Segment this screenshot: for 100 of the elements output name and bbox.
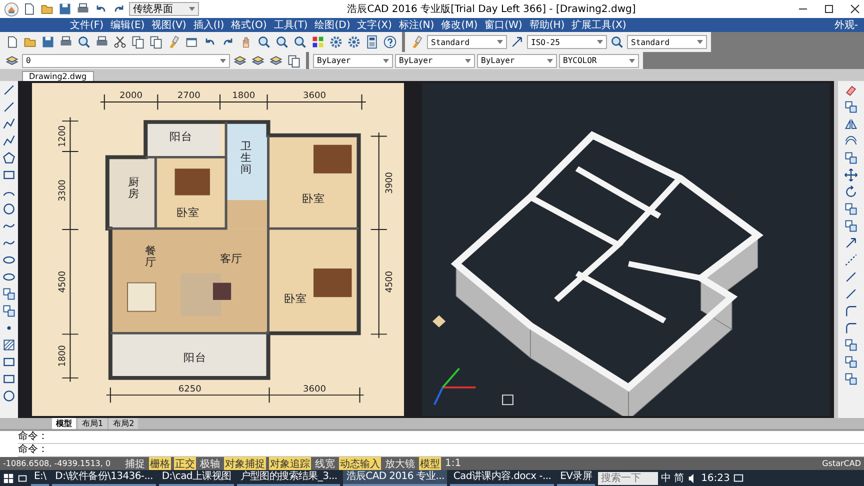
floppy-icon[interactable] [58, 2, 72, 16]
taskbar-item[interactable]: 浩辰CAD 2016 专业... [343, 470, 448, 486]
layout-tab[interactable]: 模型 [52, 418, 76, 429]
calculator-icon[interactable] [365, 35, 379, 49]
annotation-scale[interactable]: 1:1 [444, 458, 462, 469]
taskbar-item[interactable]: D:\cad上课视图 [158, 470, 234, 486]
cross-arrows-icon[interactable] [844, 168, 858, 182]
maximize-icon[interactable] [824, 4, 834, 14]
status-toggle[interactable]: 极轴 [199, 456, 221, 470]
magnifier-icon[interactable] [77, 35, 91, 49]
circle-icon[interactable] [2, 202, 16, 216]
layout-tab[interactable]: 布局1 [78, 418, 108, 429]
menu-item[interactable]: 文字(X) [357, 18, 392, 32]
magnifier-icon[interactable] [275, 35, 289, 49]
diagonal-arrow-icon[interactable] [510, 35, 524, 49]
scissors-icon[interactable] [113, 35, 127, 49]
command-prompt[interactable]: 命令： [18, 431, 864, 444]
rect-icon[interactable] [2, 372, 16, 386]
squares-icon[interactable] [844, 202, 858, 216]
menu-item[interactable]: 文件(F) [70, 18, 104, 32]
layers-icon[interactable] [251, 54, 265, 68]
folder-icon[interactable] [40, 2, 54, 16]
dashed-line-icon[interactable] [844, 253, 858, 267]
squares-icon[interactable] [844, 355, 858, 369]
status-toggle[interactable]: 放大镜 [384, 456, 416, 470]
menu-item[interactable]: 视图(V) [152, 18, 186, 32]
status-toggle[interactable]: 栅格 [149, 456, 171, 470]
layers-icon[interactable] [5, 54, 19, 68]
hatch-icon[interactable] [2, 338, 16, 352]
color-dropdown[interactable]: ByLayer [313, 54, 393, 68]
mirror-icon[interactable] [844, 117, 858, 131]
text-style-dropdown[interactable]: Standard [427, 35, 507, 49]
document-tab[interactable]: Drawing2.dwg [22, 71, 94, 81]
menu-item[interactable]: 格式(O) [231, 18, 267, 32]
page-icon[interactable] [22, 2, 36, 16]
taskbar-item[interactable]: E:\ [31, 470, 50, 486]
window-icon[interactable] [185, 35, 199, 49]
rect-icon[interactable] [2, 168, 16, 182]
menu-item[interactable]: 标注(N) [398, 18, 434, 32]
page-icon[interactable] [5, 35, 19, 49]
squares-icon[interactable] [844, 219, 858, 233]
lineweight-dropdown[interactable]: ByLayer [477, 54, 557, 68]
line-icon[interactable] [2, 100, 16, 114]
eraser-icon[interactable] [844, 83, 858, 97]
squares-icon[interactable] [844, 372, 858, 386]
ime-indicator[interactable]: 简 [674, 471, 684, 485]
pentagon-icon[interactable] [2, 151, 16, 165]
corner-icon[interactable] [844, 321, 858, 335]
layers-icon[interactable] [269, 54, 283, 68]
menu-item[interactable]: 窗口(W) [484, 18, 522, 32]
layout-tab[interactable]: 布局2 [109, 418, 138, 429]
menu-item[interactable]: 编辑(E) [110, 18, 145, 32]
pages-icon[interactable] [131, 35, 145, 49]
corner-icon[interactable] [844, 304, 858, 318]
taskbar-item[interactable]: EV录屏 [557, 470, 596, 486]
squares-icon[interactable] [844, 151, 858, 165]
view-cube-icon[interactable] [502, 394, 514, 406]
brush-icon[interactable] [410, 35, 424, 49]
status-toggle[interactable]: 对象捕捉 [224, 456, 266, 470]
linetype-dropdown[interactable]: ByLayer [395, 54, 475, 68]
circle-icon[interactable] [2, 389, 16, 403]
menu-item[interactable]: 工具(T) [274, 18, 308, 32]
ime-indicator[interactable]: 中 [661, 471, 672, 485]
table-style-dropdown[interactable]: Standard [627, 35, 707, 49]
clock[interactable]: 16:23 [701, 472, 730, 484]
question-icon[interactable] [383, 35, 397, 49]
folder-icon[interactable] [23, 35, 37, 49]
taskbar-item[interactable]: 户型图的搜索结果_3... [237, 470, 340, 486]
plot-style-dropdown[interactable]: BYCOLOR [559, 54, 639, 68]
status-toggle[interactable]: 线宽 [314, 456, 336, 470]
line-icon[interactable] [844, 287, 858, 301]
status-toggle[interactable]: 对象追踪 [269, 456, 311, 470]
magnifier-icon[interactable] [257, 35, 271, 49]
squares-icon[interactable] [2, 287, 16, 301]
squares-icon[interactable] [844, 100, 858, 114]
rotate-arrow-icon[interactable] [844, 185, 858, 199]
diagonal-arrow-icon[interactable] [844, 236, 858, 250]
menu-item[interactable]: 绘图(D) [314, 18, 350, 32]
status-toggle[interactable]: 动态输入 [339, 456, 381, 470]
floppy-icon[interactable] [41, 35, 55, 49]
menu-item[interactable]: 扩展工具(X) [572, 18, 626, 32]
notification-icon[interactable] [732, 472, 744, 484]
line-icon[interactable] [2, 83, 16, 97]
taskbar-search-field[interactable]: 搜索一下 [598, 472, 658, 484]
task-view-icon[interactable] [17, 472, 28, 484]
magnifier-icon[interactable] [610, 35, 624, 49]
squares-icon[interactable] [844, 338, 858, 352]
gear-icon[interactable] [329, 35, 343, 49]
palette-icon[interactable] [311, 35, 325, 49]
pages-icon[interactable] [149, 35, 163, 49]
taskbar-item[interactable]: D:\软件备份\13436-... [52, 470, 156, 486]
workspace-dropdown[interactable]: 传统界面 [129, 2, 199, 16]
dimension-style-dropdown[interactable]: ISO-25 [527, 35, 607, 49]
pages-icon[interactable] [287, 54, 301, 68]
close-icon[interactable] [850, 4, 860, 14]
layer-dropdown[interactable]: 0 [22, 54, 230, 68]
gear-icon[interactable] [347, 35, 361, 49]
taskbar-item[interactable]: Cad讲课内容.docx -... [450, 470, 554, 486]
status-toggle[interactable]: 捕捉 [124, 456, 146, 470]
rect-icon[interactable] [2, 355, 16, 369]
